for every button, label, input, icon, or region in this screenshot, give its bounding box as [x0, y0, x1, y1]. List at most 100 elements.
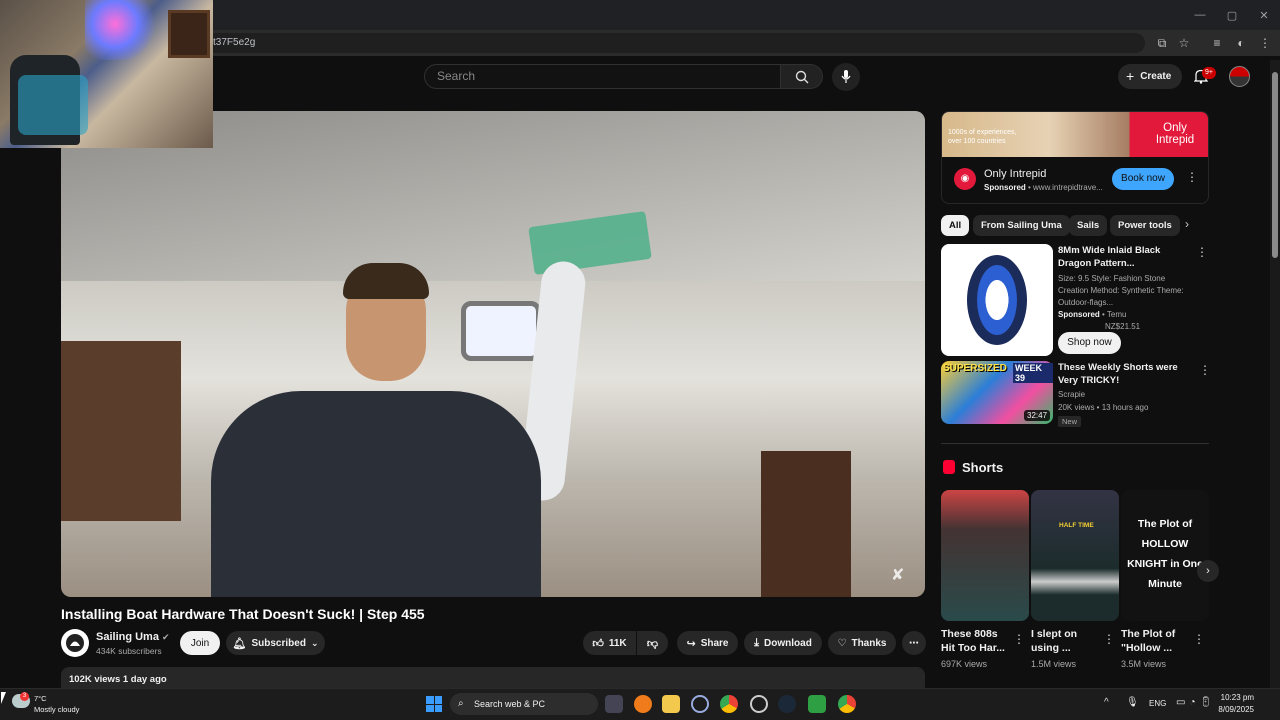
- product-ad-meta: Size: 9.5 Style: Fashion Stone Creation …: [1058, 274, 1184, 307]
- product-ad-sponsor-line: Sponsored • Temu: [1058, 310, 1127, 319]
- shop-now-button[interactable]: Shop now: [1058, 332, 1121, 354]
- dislike-button[interactable]: 👎︎: [637, 631, 668, 655]
- more-options-icon[interactable]: ⋮: [1199, 363, 1211, 377]
- video-frame-hair: [343, 263, 429, 299]
- voice-search-button[interactable]: [832, 63, 860, 91]
- cast-icon[interactable]: ⧉: [1153, 34, 1171, 52]
- new-badge: New: [1058, 416, 1082, 427]
- join-button[interactable]: Join: [180, 631, 220, 655]
- product-ad-thumbnail[interactable]: [941, 244, 1053, 356]
- webcam-chair-accent: [18, 75, 88, 135]
- maximize-button[interactable]: ▢: [1216, 0, 1248, 30]
- like-count: 11K: [608, 637, 627, 649]
- book-now-button[interactable]: Book now: [1112, 168, 1174, 190]
- window-controls: — ▢ ✕: [1184, 0, 1280, 30]
- short-title[interactable]: I slept on using ...: [1031, 627, 1103, 655]
- taskbar-search-label: Search web & PC: [474, 699, 546, 709]
- download-icon: ⤓: [754, 636, 760, 649]
- product-ad-price: NZ$21.51: [1105, 322, 1141, 331]
- chrome-profile-icon[interactable]: [838, 695, 856, 713]
- download-button[interactable]: ⤓ Download: [744, 631, 822, 655]
- more-options-icon[interactable]: ⋮: [1196, 245, 1208, 259]
- short-views: 1.5M views: [1031, 659, 1077, 669]
- bookmark-star-icon[interactable]: ☆: [1175, 34, 1193, 52]
- tray-overflow-chevron-icon[interactable]: ^: [1104, 697, 1109, 708]
- more-actions-button[interactable]: ⋯: [902, 631, 926, 655]
- chrome-icon[interactable]: [720, 695, 738, 713]
- chevron-right-icon[interactable]: ›: [1185, 217, 1189, 231]
- taskbar-clock-time[interactable]: 10:23 pm: [1214, 693, 1254, 702]
- mouse-cursor-icon: [1, 692, 6, 704]
- search-input[interactable]: Search: [424, 64, 781, 89]
- short-views: 3.5M views: [1121, 659, 1167, 669]
- video-frame-person: [211, 391, 541, 597]
- more-options-icon[interactable]: ⋮: [1103, 632, 1115, 646]
- chip-all[interactable]: All: [941, 215, 970, 236]
- windows-start-icon[interactable]: [426, 696, 442, 712]
- tray-network-volume-icons[interactable]: ▭◔🔋︎: [1176, 697, 1216, 708]
- search-app-icon[interactable]: [691, 695, 709, 713]
- like-button[interactable]: 👍︎ 11K: [583, 631, 636, 655]
- more-options-icon[interactable]: ⋮: [1193, 632, 1205, 646]
- short-thumbnail[interactable]: [941, 490, 1029, 621]
- search-icon: ⌕: [458, 698, 464, 709]
- app-icon-green[interactable]: [808, 695, 826, 713]
- thanks-heart-icon: ♡: [837, 637, 847, 649]
- chip-power-tools[interactable]: Power tools: [1110, 215, 1180, 236]
- chip-from-sailing-uma[interactable]: From Sailing Uma: [973, 215, 1070, 236]
- app-icon-orange[interactable]: [634, 695, 652, 713]
- minimize-button[interactable]: —: [1184, 0, 1216, 30]
- browser-menu-icon[interactable]: ⋮: [1256, 34, 1274, 52]
- account-avatar[interactable]: [1229, 66, 1250, 87]
- taskbar-search[interactable]: ⌕ Search web & PC: [450, 693, 598, 715]
- webcam-wall-frame: [168, 10, 210, 58]
- subscriber-count: 434K subscribers: [96, 646, 162, 656]
- thumbnail-week-label: WEEK 39: [1013, 363, 1053, 383]
- file-explorer-icon[interactable]: [662, 695, 680, 713]
- weather-temperature[interactable]: 7°C: [34, 694, 47, 703]
- ad-more-options-icon[interactable]: ⋮: [1186, 170, 1198, 184]
- steam-icon[interactable]: [778, 695, 796, 713]
- short-title[interactable]: These 808s Hit Too Har...: [941, 627, 1013, 655]
- ad-title: Only Intrepid: [984, 168, 1047, 180]
- sponsored-ad-card[interactable]: 1000s of experiences, over 100 countries…: [941, 111, 1209, 204]
- short-title[interactable]: The Plot of "Hollow ...: [1121, 627, 1193, 655]
- channel-name[interactable]: Sailing Uma ✔: [96, 631, 170, 643]
- app-icon-circle[interactable]: [750, 695, 768, 713]
- short-thumbnail[interactable]: The Plot of HOLLOW KNIGHT in One Minute: [1121, 490, 1209, 621]
- share-icon: ↪: [686, 637, 696, 650]
- more-options-icon[interactable]: ⋮: [1013, 632, 1025, 646]
- thanks-label: Thanks: [851, 637, 887, 649]
- chip-sails[interactable]: Sails: [1069, 215, 1108, 236]
- search-button[interactable]: [781, 64, 823, 89]
- product-ad-title[interactable]: 8Mm Wide Inlaid Black Dragon Pattern...: [1058, 244, 1196, 270]
- ad-banner-brand: Only Intrepid: [1155, 122, 1195, 146]
- short-thumbnail[interactable]: HALF TIME: [1031, 490, 1119, 621]
- video-title: Installing Boat Hardware That Doesn't Su…: [61, 606, 425, 622]
- bell-icon: 🔔︎: [232, 637, 247, 650]
- chevron-down-icon: ⌄: [310, 637, 319, 648]
- taskbar-clock-date[interactable]: 8/09/2025: [1212, 705, 1254, 714]
- create-button[interactable]: + Create: [1118, 64, 1182, 89]
- subscribed-button[interactable]: 🔔︎ Subscribed ⌄: [226, 631, 325, 655]
- description-box[interactable]: 102K views 1 day ago: [61, 667, 925, 689]
- media-control-icon[interactable]: ≡: [1208, 34, 1226, 52]
- shorts-next-arrow-icon[interactable]: ›: [1197, 560, 1219, 582]
- microphone-icon: [841, 70, 851, 83]
- tray-microphone-icon[interactable]: 🎙︎: [1126, 697, 1139, 708]
- input-language[interactable]: ENG: [1149, 699, 1166, 708]
- scrollbar-thumb[interactable]: [1272, 72, 1278, 258]
- thanks-button[interactable]: ♡ Thanks: [828, 631, 896, 655]
- thumbs-down-icon: 👎︎: [646, 637, 659, 650]
- address-bar[interactable]: t37F5e2g: [205, 33, 1145, 53]
- video-player[interactable]: ✘: [61, 111, 925, 597]
- weather-condition[interactable]: Mostly cloudy: [34, 705, 79, 714]
- video-channel-name[interactable]: Scrapie: [1058, 389, 1196, 401]
- share-button[interactable]: ↪ Share: [677, 631, 738, 655]
- channel-avatar[interactable]: [61, 629, 89, 657]
- section-divider: [941, 443, 1209, 444]
- task-view-icon[interactable]: [605, 695, 623, 713]
- close-window-button[interactable]: ✕: [1248, 0, 1280, 30]
- video-title-link[interactable]: These Weekly Shorts were Very TRICKY!: [1058, 361, 1196, 387]
- profile-icon[interactable]: ◐: [1232, 34, 1250, 52]
